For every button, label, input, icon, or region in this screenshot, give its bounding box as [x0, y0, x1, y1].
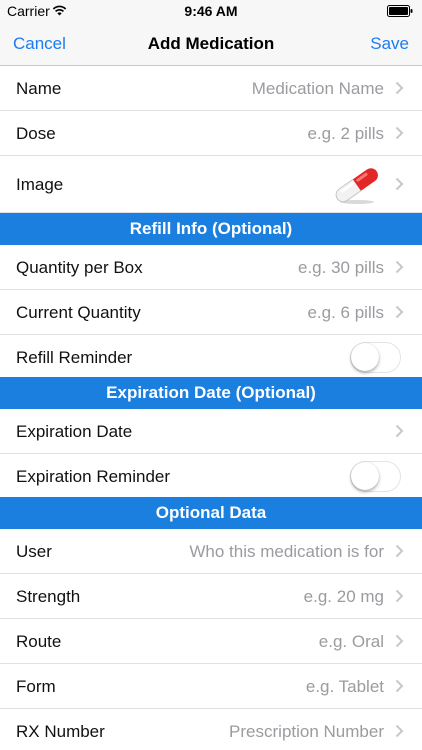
chevron-right-icon	[395, 589, 404, 603]
row-quantity-per-box[interactable]: Quantity per Box e.g. 30 pills	[0, 245, 422, 290]
status-bar: Carrier 9:46 AM	[0, 0, 422, 22]
save-button[interactable]: Save	[370, 34, 409, 54]
row-dose[interactable]: Dose e.g. 2 pills	[0, 111, 422, 156]
refill-reminder-toggle[interactable]	[350, 342, 401, 373]
quantity-per-box-value: e.g. 30 pills	[298, 258, 384, 277]
row-label: Strength	[16, 587, 81, 606]
row-label: Route	[16, 632, 62, 651]
expiration-reminder-toggle[interactable]	[350, 461, 401, 492]
chevron-right-icon	[395, 305, 404, 319]
row-label: Current Quantity	[16, 303, 141, 322]
chevron-right-icon	[395, 126, 404, 140]
row-rx-number[interactable]: RX Number Prescription Number	[0, 709, 422, 750]
navigation-bar: Cancel Add Medication Save	[0, 22, 422, 66]
dose-value: e.g. 2 pills	[307, 124, 384, 143]
chevron-right-icon	[395, 544, 404, 558]
row-expiration-date[interactable]: Expiration Date	[0, 409, 422, 454]
chevron-right-icon	[395, 81, 404, 95]
row-user[interactable]: User Who this medication is for	[0, 529, 422, 574]
row-label: User	[16, 542, 52, 561]
form-value: e.g. Tablet	[305, 677, 384, 696]
route-value: e.g. Oral	[318, 632, 384, 651]
toggle-knob	[351, 343, 379, 371]
strength-value: e.g. 20 mg	[303, 587, 384, 606]
chevron-right-icon	[395, 177, 404, 191]
row-label: Dose	[16, 124, 56, 143]
row-form[interactable]: Form e.g. Tablet	[0, 664, 422, 709]
user-value: Who this medication is for	[189, 542, 384, 561]
name-value: Medication Name	[251, 79, 384, 98]
row-route[interactable]: Route e.g. Oral	[0, 619, 422, 664]
status-time: 9:46 AM	[184, 3, 238, 19]
chevron-right-icon	[395, 634, 404, 648]
section-header-optional: Optional Data	[0, 497, 422, 529]
row-label: Quantity per Box	[16, 258, 143, 277]
row-label: Refill Reminder	[16, 348, 133, 367]
page-title: Add Medication	[147, 34, 275, 53]
row-label: Expiration Reminder	[16, 467, 171, 486]
row-label: Image	[16, 175, 64, 194]
chevron-right-icon	[395, 679, 404, 693]
chevron-right-icon	[395, 260, 404, 274]
current-quantity-value: e.g. 6 pills	[307, 303, 384, 322]
row-label: Form	[16, 677, 56, 696]
row-label: RX Number	[16, 722, 105, 741]
row-expiration-reminder: Expiration Reminder	[0, 454, 422, 499]
row-current-quantity[interactable]: Current Quantity e.g. 6 pills	[0, 290, 422, 335]
row-label: Name	[16, 79, 62, 98]
section-header-expiration: Expiration Date (Optional)	[0, 377, 422, 409]
row-image[interactable]: Image	[0, 156, 422, 213]
rx-number-value: Prescription Number	[229, 722, 384, 741]
pill-capsule-icon	[335, 168, 378, 204]
battery-icon	[387, 5, 413, 17]
section-header-refill: Refill Info (Optional)	[0, 213, 422, 245]
chevron-right-icon	[395, 424, 404, 438]
toggle-knob	[351, 462, 379, 490]
chevron-right-icon	[395, 724, 404, 738]
row-label: Expiration Date	[16, 422, 133, 441]
row-refill-reminder: Refill Reminder	[0, 335, 422, 380]
row-strength[interactable]: Strength e.g. 20 mg	[0, 574, 422, 619]
row-name[interactable]: Name Medication Name	[0, 66, 422, 111]
